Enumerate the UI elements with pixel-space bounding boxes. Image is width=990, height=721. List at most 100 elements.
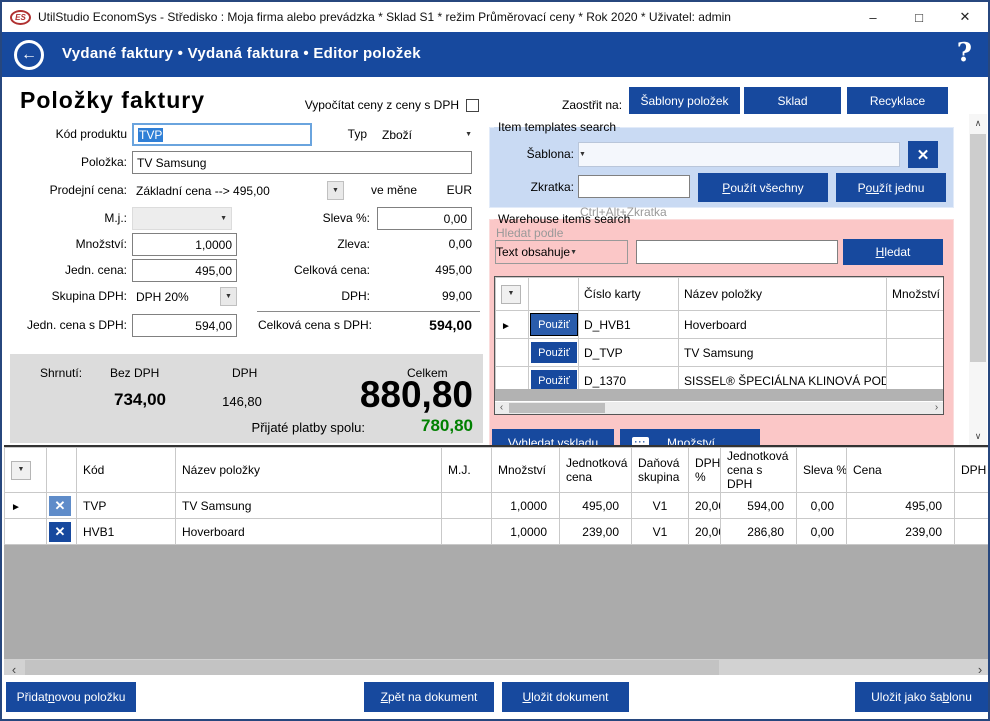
zleva-value: 0,00 xyxy=(449,237,472,251)
delete-row-button[interactable]: ✕ xyxy=(49,522,71,542)
table-row[interactable]: ✕ HVB1 Hoverboard 1,0000 239,00 V1 20,00… xyxy=(5,519,990,545)
warehouse-search-input[interactable] xyxy=(636,240,838,264)
polozka-input[interactable]: TV Samsung xyxy=(132,151,472,174)
cell-mj xyxy=(442,519,492,545)
cell-jedn-s-dph: 286,80 xyxy=(721,519,797,545)
col-dph[interactable]: DPH xyxy=(955,448,990,493)
item-templates-panel-title: Item templates search xyxy=(494,120,620,134)
grid-options-button[interactable]: ▼ xyxy=(11,461,31,480)
cell-kod: TVP xyxy=(77,493,176,519)
pouzit-vsechny-button[interactable]: Použít všechny xyxy=(698,173,828,202)
summary-panel: Shrnutí: Bez DPH DPH Celkem 734,00 146,8… xyxy=(10,354,483,443)
warehouse-grid-hscrollbar[interactable]: ‹ › xyxy=(495,402,943,414)
celkem-value: 880,80 xyxy=(360,374,473,416)
filter-mode-select[interactable]: Text obsahuje ▼ xyxy=(495,240,628,264)
col-cislo-karty[interactable]: Číslo karty xyxy=(579,278,679,311)
total-separator xyxy=(257,311,480,312)
col-kod[interactable]: Kód xyxy=(77,448,176,493)
filter-mode-value: Text obsahuje xyxy=(496,245,570,259)
app-header: ← Vydané faktury • Vydaná faktura • Edit… xyxy=(2,32,988,77)
item-templates-panel: Item templates search Šablona: ▼ ✕ Zkrat… xyxy=(489,120,954,208)
close-icon: ✕ xyxy=(917,146,930,164)
typ-select[interactable]: Zboží ▼ xyxy=(378,123,472,146)
zkratka-label: Zkratka: xyxy=(490,180,574,194)
mnozstvi-input[interactable]: 1,0000 xyxy=(132,233,237,256)
chevron-down-icon: ▼ xyxy=(579,151,591,158)
scroll-right-icon[interactable]: › xyxy=(930,403,943,413)
celkova-cena-value: 495,00 xyxy=(435,263,472,277)
minimize-icon[interactable]: – xyxy=(850,3,896,31)
jedn-cena-label: Jedn. cena: xyxy=(7,263,127,277)
help-icon[interactable]: ? xyxy=(957,38,972,68)
table-row[interactable]: ► Použiť D_HVB1 Hoverboard xyxy=(496,311,945,339)
col-mj[interactable]: M.J. xyxy=(442,448,492,493)
sleva-input[interactable]: 0,00 xyxy=(377,207,472,230)
skupina-dph-select[interactable]: DPH 20% ▼ xyxy=(132,285,237,308)
col-nazev-polozky[interactable]: Název položky xyxy=(176,448,442,493)
chevron-down-icon: ▼ xyxy=(18,463,25,477)
scrollbar-thumb[interactable] xyxy=(509,403,605,413)
cell-sleva: 0,00 xyxy=(797,519,847,545)
kod-input[interactable]: TVP xyxy=(132,123,312,146)
back-to-document-button[interactable]: Zpět na dokument xyxy=(364,682,494,712)
col-cena[interactable]: Cena xyxy=(847,448,955,493)
save-as-template-button[interactable]: Uložit jako šablonu xyxy=(855,682,988,712)
zkratka-input[interactable] xyxy=(578,175,690,198)
cell-kod: HVB1 xyxy=(77,519,176,545)
prodejni-cena-select[interactable]: Základní cena --> 495,00 ▼ xyxy=(132,179,344,202)
maximize-icon[interactable]: □ xyxy=(896,3,942,31)
breadcrumb: Vydané faktury • Vydaná faktura • Editor… xyxy=(62,45,421,62)
vat-checkbox[interactable] xyxy=(466,99,479,112)
pouzit-button[interactable]: Použiť xyxy=(531,342,577,363)
vertical-scrollbar[interactable]: ∧ ∨ xyxy=(969,114,987,445)
cell-nazev: TV Samsung xyxy=(176,493,442,519)
jedn-cena-s-dph-label: Jedn. cena s DPH: xyxy=(2,318,127,332)
sklad-button[interactable]: Sklad xyxy=(744,87,841,114)
col-mnozstvi-ve-skladu[interactable]: Množství ve skladu xyxy=(887,278,945,311)
jedn-cena-s-dph-input[interactable]: 594,00 xyxy=(132,314,237,337)
delete-row-button[interactable]: ✕ xyxy=(49,496,71,516)
app-window: ES UtilStudio EconomSys - Středisko : Mo… xyxy=(0,0,990,721)
chevron-down-icon: ▼ xyxy=(570,249,582,256)
col-danova-skupina[interactable]: Daňová skupina xyxy=(632,448,689,493)
footer-bar: Přidat novou položku Zpět na dokument Ul… xyxy=(2,675,988,719)
scroll-left-icon[interactable]: ‹ xyxy=(495,403,508,413)
cell-nazev: TV Samsung xyxy=(679,339,887,367)
grid-options-button[interactable]: ▼ xyxy=(501,285,521,304)
pouzit-jednu-button[interactable]: Použít jednu xyxy=(836,173,946,202)
hledat-podle-label: Hledat podle xyxy=(496,226,563,240)
back-button[interactable]: ← xyxy=(14,40,44,70)
chevron-down-icon: ▼ xyxy=(465,131,472,138)
col-jednotkova-cena-s-dph[interactable]: Jednotková cena s DPH xyxy=(721,448,797,493)
recyklace-button[interactable]: Recyklace xyxy=(847,87,948,114)
table-row[interactable]: Použiť D_TVP TV Samsung xyxy=(496,339,945,367)
sablona-select[interactable]: ▼ xyxy=(578,142,900,167)
col-jednotkova-cena[interactable]: Jednotková cena xyxy=(560,448,632,493)
col-nazev-polozky[interactable]: Název položky xyxy=(679,278,887,311)
table-row[interactable]: ► ✕ TVP TV Samsung 1,0000 495,00 V1 20,0… xyxy=(5,493,990,519)
cell-mj xyxy=(442,493,492,519)
clear-template-button[interactable]: ✕ xyxy=(908,141,938,168)
add-item-button[interactable]: Přidat novou položku xyxy=(6,682,136,712)
cell-cislo: D_TVP xyxy=(579,339,679,367)
pouzit-button[interactable]: Použiť xyxy=(531,370,577,391)
mj-select[interactable]: ▼ xyxy=(132,207,232,230)
mena-value: EUR xyxy=(432,183,472,197)
cell-danova: V1 xyxy=(632,493,689,519)
sablony-polozek-button[interactable]: Šablony položek xyxy=(629,87,740,114)
window-title: UtilStudio EconomSys - Středisko : Moja … xyxy=(38,10,850,24)
scroll-up-icon[interactable]: ∧ xyxy=(969,114,987,132)
pouzit-button[interactable]: Použiť xyxy=(531,314,577,335)
jedn-cena-input[interactable]: 495,00 xyxy=(132,259,237,282)
scroll-down-icon[interactable]: ∨ xyxy=(969,427,987,445)
col-dph-pct[interactable]: DPH % xyxy=(689,448,721,493)
save-document-button[interactable]: Uložit dokument xyxy=(502,682,629,712)
close-icon[interactable]: ✕ xyxy=(942,3,988,31)
sablona-label: Šablona: xyxy=(490,147,574,161)
col-mnozstvi[interactable]: Množství xyxy=(492,448,560,493)
hledat-button[interactable]: Hledat xyxy=(843,239,943,265)
col-sleva-pct[interactable]: Sleva % xyxy=(797,448,847,493)
mnozstvi-value: 1,0000 xyxy=(195,238,232,252)
cell-danova: V1 xyxy=(632,519,689,545)
scrollbar-thumb[interactable] xyxy=(970,134,986,362)
